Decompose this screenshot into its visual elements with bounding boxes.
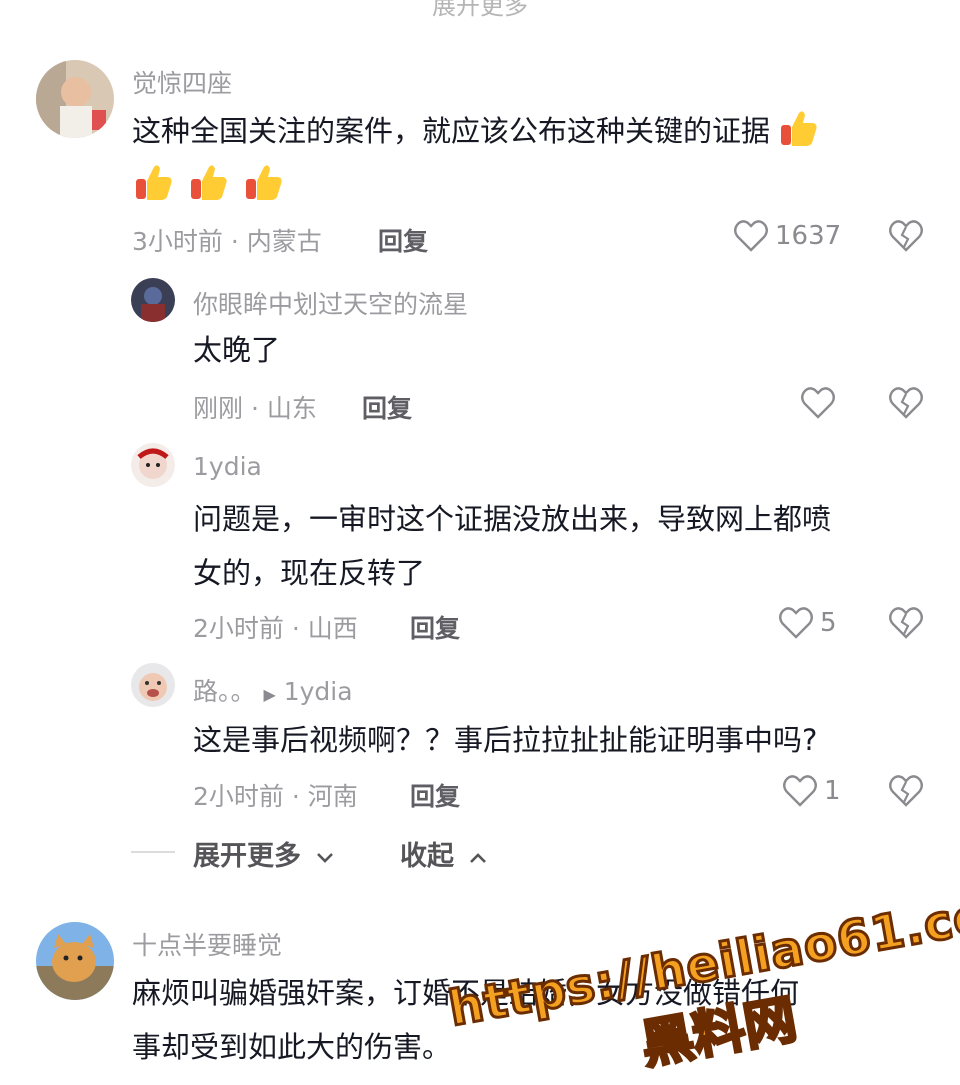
reply-arrow-icon: ▶ [263,685,276,704]
heart-icon [779,607,813,639]
dislike-button[interactable] [888,606,924,644]
username[interactable]: 觉惊四座 [132,64,232,100]
comment-text: 问题是，一审时这个证据没放出来，导致网上都喷 女的，现在反转了 [193,492,831,600]
thumbs-up-icon [191,165,227,200]
emoji-row [134,158,284,212]
comment-meta: 3小时前 · 内蒙古 [132,227,322,256]
reply-to-username[interactable]: 1ydia [284,677,353,706]
reply-button[interactable]: 回复 [410,777,460,813]
username[interactable]: 十点半要睡觉 [132,926,282,962]
comment-text: 这是事后视频啊？？事后拉拉扯扯能证明事中吗? [193,713,817,767]
broken-heart-icon [889,607,923,639]
comment-meta: 刚刚 · 山东 [193,394,317,423]
comment-text-line: 这是事后视频啊？？事后拉拉扯扯能证明事中吗? [193,723,818,757]
heart-icon [783,775,817,807]
heart-icon [734,220,768,252]
comment-meta: 2小时前 · 河南 [193,782,358,811]
username[interactable]: 路。。 [193,677,256,706]
avatar[interactable] [131,663,175,707]
reply-button[interactable]: 回复 [410,609,460,645]
comment-text: 这种全国关注的案件，就应该公布这种关键的证据 [132,104,819,158]
like-count: 5 [820,608,837,638]
avatar[interactable] [131,278,175,322]
chevron-up-icon [470,852,487,863]
comment-text-line: 问题是，一审时这个证据没放出来，导致网上都喷 [193,502,832,536]
collapse-label: 收起 [400,841,454,872]
heart-icon [801,387,835,419]
broken-heart-icon [889,220,923,252]
broken-heart-icon [889,775,923,807]
username-reply-line: 路。。 ▶ 1ydia [193,672,353,708]
thumbs-up-icon [246,165,283,200]
username[interactable]: 1ydia [193,452,262,481]
comment-text-line: 太晚了 [193,333,281,367]
dislike-button[interactable] [888,219,924,257]
reply-button[interactable]: 回复 [378,222,428,258]
broken-heart-icon [889,387,923,419]
avatar[interactable] [36,60,114,138]
thumbs-up-icon [781,111,817,146]
thumbs-up-icon [136,165,172,200]
dislike-button[interactable] [888,774,924,812]
like-count: 1 [824,776,841,806]
collapse-button[interactable]: 收起 [400,834,487,873]
comment-text: 太晚了 [193,323,280,377]
expand-more-label: 展开更多 [193,841,301,872]
like-count: 1637 [775,221,842,251]
comment-text-line: 事却受到如此大的伤害。 [132,1030,452,1064]
comment-text-line: 女的，现在反转了 [193,556,426,590]
like-button[interactable]: 5 [778,606,837,640]
expand-divider [131,851,175,853]
reply-button[interactable]: 回复 [362,389,412,425]
comment-meta: 2小时前 · 山西 [193,614,358,643]
username[interactable]: 你眼眸中划过天空的流星 [193,285,468,321]
like-button[interactable]: 1637 [733,219,841,253]
comment-text-line: 麻烦叫骗婚强奸案，订婚不是结婚，女方没做错任何 [132,976,800,1010]
chevron-down-icon [317,852,334,863]
comment-text-line: 这种全国关注的案件，就应该公布这种关键的证据 [132,114,771,148]
comment-text: 麻烦叫骗婚强奸案，订婚不是结婚，女方没做错任何 事却受到如此大的伤害。 [132,966,799,1074]
avatar[interactable] [36,922,114,1000]
top-cut-text: 展开更多 [432,0,528,20]
expand-more-button[interactable]: 展开更多 [193,834,334,873]
like-button[interactable] [800,386,836,420]
dislike-button[interactable] [888,386,924,424]
like-button[interactable]: 1 [782,774,841,808]
avatar[interactable] [131,443,175,487]
